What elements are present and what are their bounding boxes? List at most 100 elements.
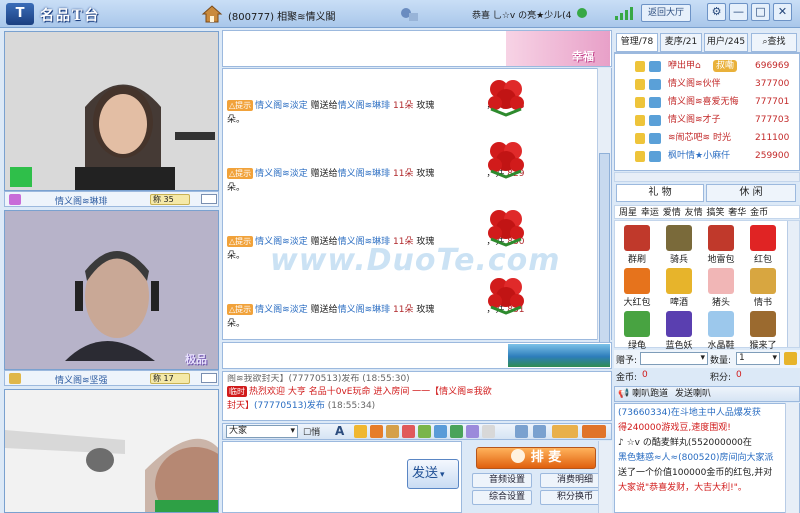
horn-log[interactable]: (73660334)在斗地主中人品爆发获 得240000游戏豆,速度围观! ♪ … (614, 403, 800, 513)
gift-item[interactable]: 猴来了 (741, 309, 785, 352)
horn-channel-link[interactable]: 喇叭跑道 (632, 389, 668, 399)
audio-settings-button[interactable]: 音频设置 (472, 473, 532, 488)
gift-item[interactable]: 地雷包 (699, 223, 743, 266)
user-row[interactable]: 情义阁≋伙伴 377700 (615, 76, 799, 93)
settings-gear-icon[interactable]: ⚙ (707, 3, 726, 21)
image-icon[interactable] (418, 425, 431, 438)
record-icon[interactable] (482, 425, 495, 438)
general-settings-button[interactable]: 综合设置 (472, 490, 532, 505)
emoji-icon[interactable] (354, 425, 367, 438)
gift-item[interactable]: 绿龟 (615, 309, 659, 352)
rose-gift-icon (488, 210, 524, 247)
gift-item[interactable]: 群刷 (615, 223, 659, 266)
public-chat-log[interactable]: 阁≋我欲封天】(77770513)发布 (18:55:30) 临时 热烈欢迎 大亨… (222, 371, 612, 421)
gift-item[interactable]: 猪头 (699, 266, 743, 309)
speaker-icon[interactable] (515, 425, 528, 438)
vip-icon[interactable] (552, 425, 578, 438)
video-3-image (5, 390, 218, 512)
tab-mic-queue[interactable]: 麦序/21 (660, 33, 702, 52)
video-2-name[interactable]: 情义阁≋坚强 (55, 373, 108, 386)
color-icon[interactable] (370, 425, 383, 438)
video-2-overlay-text: 极品 (185, 353, 207, 366)
horn-bar: 📢 喇叭跑道 发送喇叭 (614, 386, 800, 402)
mic-icon (510, 449, 525, 463)
chat-target-select[interactable]: 大家 ▾ (226, 425, 298, 438)
search-button[interactable]: ⌕查找 (751, 33, 797, 52)
rose-gift-icon (488, 80, 524, 117)
app-title: 名品T台 (40, 8, 101, 24)
minimize-button[interactable]: — (729, 3, 748, 21)
home-page-icon[interactable] (450, 425, 463, 438)
rose-gift-icon (488, 142, 524, 179)
horn-log-scrollbar[interactable] (785, 403, 799, 513)
screenshot-icon[interactable] (434, 425, 447, 438)
gift-item[interactable]: 大红包 (615, 266, 659, 309)
user-row[interactable]: 枫叶情★小麻仟 259900 (615, 148, 799, 165)
gift-icon[interactable] (402, 425, 415, 438)
chat-log-scrollbar[interactable] (597, 68, 611, 343)
gift-qty-select[interactable]: 1 ▾ (736, 352, 780, 365)
room-tools-icon[interactable] (398, 4, 420, 24)
gift-categories[interactable]: 周星 幸运 爱情 友情 搞笑 奢华 金币 (614, 205, 800, 219)
video-feed-1[interactable] (4, 31, 219, 191)
action-icon[interactable] (386, 425, 399, 438)
video-1-label: 情义阁≋琳琲 称 35 (4, 191, 219, 207)
video-feed-3[interactable] (4, 389, 219, 513)
video-1-rank: 称 35 (150, 194, 190, 205)
consume-detail-button[interactable]: 消费明细 (540, 473, 600, 488)
private-chat-icon[interactable] (201, 373, 217, 383)
send-gift-icon[interactable] (784, 352, 797, 365)
video-1-image (5, 32, 218, 190)
close-button[interactable]: ✕ (773, 3, 792, 21)
signal-icon (615, 7, 633, 20)
video-2-image (5, 211, 218, 369)
video-2-label: 情义阁≋坚强 称 17 (4, 370, 219, 386)
online-status-icon[interactable] (577, 8, 587, 18)
gift-recipient-select[interactable]: ▾ (640, 352, 708, 365)
shop-icon[interactable] (582, 425, 606, 438)
user-list-hscroll[interactable] (614, 172, 800, 182)
gift-item[interactable]: 红包 (741, 223, 785, 266)
chat-message: △提示 情义阁≋淡定 赠送给情义阁≋琳琲 11朵 玫瑰 ，共 829 朵。 (227, 168, 525, 193)
gift-grid[interactable]: 群刷 骑兵 地雷包 红包 大红包 啤酒 猪头 情书 绿龟 蓝色妖 水晶鞋 猴来了 (614, 220, 800, 351)
gift-item[interactable]: 啤酒 (657, 266, 701, 309)
points-exchange-button[interactable]: 积分换币 (540, 490, 600, 505)
back-to-hall-button[interactable]: 返回大厅 (641, 4, 691, 22)
queue-mic-button[interactable]: 排 麦 (476, 447, 596, 469)
room-title: (800777) 相聚≋情义閣 (228, 12, 336, 23)
video-feed-2[interactable]: 极品 (4, 210, 219, 370)
home-icon[interactable] (201, 4, 223, 24)
whisper-checkbox[interactable]: ☐悄 (303, 425, 320, 438)
tab-gifts[interactable]: 礼 物 (616, 184, 704, 202)
watermark: www.DuoTe.com (270, 243, 561, 278)
chat-log[interactable]: △提示情义阁≋淡定 赠送给情义阁≋琳琲 11朵 玫瑰，共 828朵。 △提示情义… (222, 68, 612, 340)
clear-icon[interactable] (466, 425, 479, 438)
font-button[interactable]: A (335, 424, 344, 438)
maximize-button[interactable]: □ (751, 3, 770, 21)
app-logo-icon: T (6, 3, 34, 25)
private-chat-icon[interactable] (201, 194, 217, 204)
scrollbar-thumb[interactable] (599, 153, 610, 343)
send-button[interactable]: 发送 ▾ (407, 459, 459, 489)
gift-item[interactable]: 骑兵 (657, 223, 701, 266)
gift-item[interactable]: 蓝色妖 (657, 309, 701, 352)
tab-users[interactable]: 用户/245 (704, 33, 748, 52)
gift-grid-scrollbar[interactable] (787, 221, 799, 347)
user-row[interactable]: 情义阁≋才子 777703 (615, 112, 799, 129)
user-row[interactable]: 咿出甲⌂ 叔嘞 696969 (615, 58, 799, 75)
user-row[interactable]: ≋闹芯吧≋ 时光 211100 (615, 130, 799, 147)
user-badge-icon (9, 373, 21, 384)
user-row[interactable]: 情义阁≋喜爱无悔 777701 (615, 94, 799, 111)
user-list[interactable]: 咿出甲⌂ 叔嘞 696969 情义阁≋伙伴 377700 情义阁≋喜爱无悔 777701… (614, 53, 800, 171)
mic-volume-icon[interactable] (533, 425, 546, 438)
banner-text: 幸福 (572, 50, 594, 63)
input-scrollbar[interactable] (598, 441, 612, 513)
tab-leisure[interactable]: 休 闲 (706, 184, 796, 202)
gift-item[interactable]: 水晶鞋 (699, 309, 743, 352)
congrats-ticker: 恭喜 乚☆v の亮★少ル(4 (472, 11, 572, 21)
video-1-name[interactable]: 情义阁≋琳琲 (55, 194, 108, 207)
tab-admins[interactable]: 管理/78 (616, 33, 658, 52)
gift-item[interactable]: 情书 (741, 266, 785, 309)
scenery-image (508, 344, 610, 367)
send-horn-link[interactable]: 发送喇叭 (675, 389, 711, 399)
